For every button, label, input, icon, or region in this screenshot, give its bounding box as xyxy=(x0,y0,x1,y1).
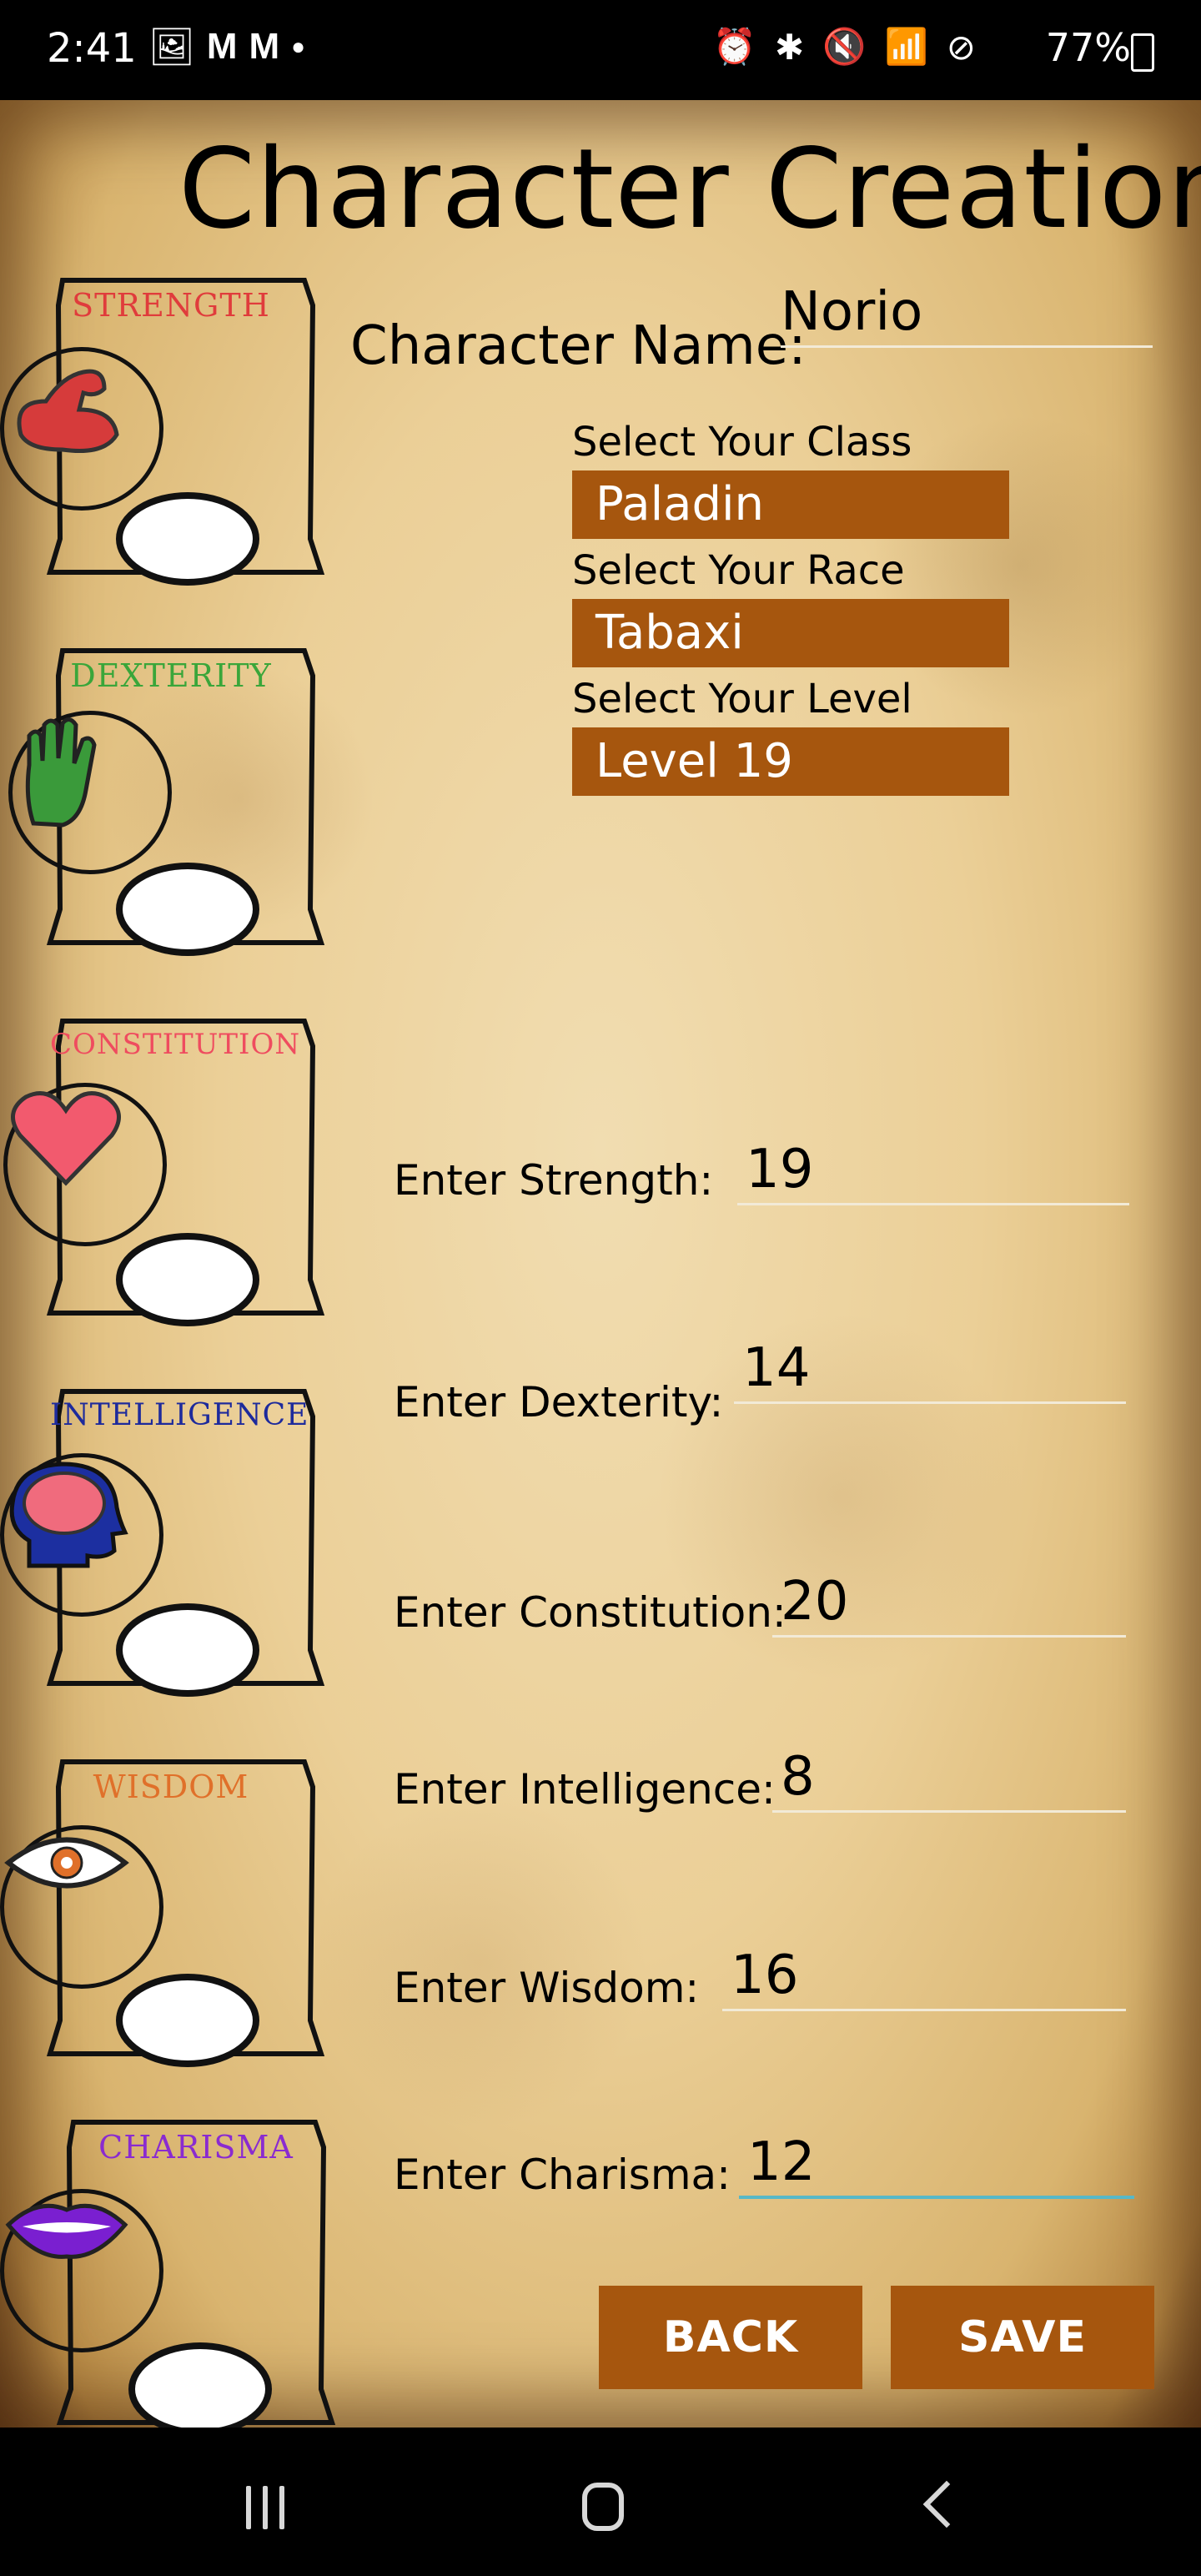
back-button[interactable]: BACK xyxy=(599,2286,862,2389)
flexed-arm-icon xyxy=(0,347,163,511)
intelligence-card: INTELLIGENCE xyxy=(0,1383,325,1700)
dot-icon: ● xyxy=(291,33,306,59)
wisdom-card: WISDOM xyxy=(0,1753,325,2070)
notification-icons: 🖼 M M ● xyxy=(148,25,305,68)
wifi-icon: 📶 xyxy=(884,27,928,66)
do-not-disturb-icon: ⊘ xyxy=(946,28,976,67)
navigation-bar xyxy=(0,2428,1201,2576)
charisma-input[interactable] xyxy=(739,2129,1134,2199)
eye-icon xyxy=(0,1825,163,1989)
intelligence-input[interactable] xyxy=(772,1743,1126,1813)
system-icons: ⏰ ✱ 🔇 📶 ⊘ xyxy=(713,27,976,68)
back-nav-icon[interactable] xyxy=(922,2480,971,2528)
bluetooth-icon: ✱ xyxy=(775,28,805,67)
gmail-icon: M xyxy=(206,26,238,67)
strength-card: STRENGTH xyxy=(0,272,325,589)
lips-icon xyxy=(0,2189,163,2352)
class-label: Select Your Class xyxy=(572,419,912,465)
charisma-card: CHARISMA xyxy=(0,2114,336,2428)
character-name-label: Character Name: xyxy=(350,315,807,377)
race-select[interactable]: Tabaxi xyxy=(572,599,1009,667)
intelligence-label: Enter Intelligence: xyxy=(394,1765,776,1814)
dexterity-input[interactable] xyxy=(734,1335,1126,1404)
dexterity-label: Enter Dexterity: xyxy=(394,1378,724,1426)
constitution-label: Enter Constitution: xyxy=(394,1588,786,1637)
dexterity-card: DEXTERITY xyxy=(0,642,325,959)
heart-icon xyxy=(3,1083,167,1246)
wisdom-label: Enter Wisdom: xyxy=(394,1964,700,2012)
race-label: Select Your Race xyxy=(572,547,905,594)
character-name-input[interactable] xyxy=(781,279,1153,348)
strength-label: Enter Strength: xyxy=(394,1156,714,1205)
strength-input[interactable] xyxy=(737,1136,1129,1205)
mute-icon: 🔇 xyxy=(822,27,867,66)
dexterity-card-title: DEXTERITY xyxy=(70,657,272,694)
status-time: 2:41 xyxy=(47,25,137,72)
alarm-icon: ⏰ xyxy=(712,27,756,66)
status-bar: 2:41 🖼 M M ● ⏰ ✱ 🔇 📶 ⊘ 77% xyxy=(0,0,1201,100)
constitution-input[interactable] xyxy=(772,1568,1126,1638)
wisdom-card-title: WISDOM xyxy=(93,1768,249,1805)
image-icon: 🖼 xyxy=(148,27,195,68)
constitution-card: CONSTITUTION xyxy=(0,1013,325,1330)
level-select[interactable]: Level 19 xyxy=(572,727,1009,796)
recent-apps-icon[interactable] xyxy=(246,2486,296,2529)
battery-percent: 77% xyxy=(1045,25,1131,70)
battery-icon xyxy=(1131,33,1154,72)
save-button[interactable]: SAVE xyxy=(891,2286,1154,2389)
charisma-label: Enter Charisma: xyxy=(394,2151,731,2199)
class-select[interactable]: Paladin xyxy=(572,470,1009,539)
home-icon[interactable] xyxy=(582,2483,624,2531)
hand-icon xyxy=(8,711,172,874)
page-title: Character Creation xyxy=(178,125,1201,254)
strength-card-title: STRENGTH xyxy=(72,287,270,324)
intelligence-card-title: INTELLIGENCE xyxy=(50,1398,309,1432)
charisma-card-title: CHARISMA xyxy=(98,2129,294,2166)
level-label: Select Your Level xyxy=(572,676,912,722)
gmail-icon: M xyxy=(249,26,280,67)
wisdom-input[interactable] xyxy=(722,1942,1126,2011)
brain-icon xyxy=(0,1453,163,1617)
constitution-card-title: CONSTITUTION xyxy=(50,1028,301,1061)
parchment-background: Character Creation Character Name: Selec… xyxy=(0,100,1201,2428)
